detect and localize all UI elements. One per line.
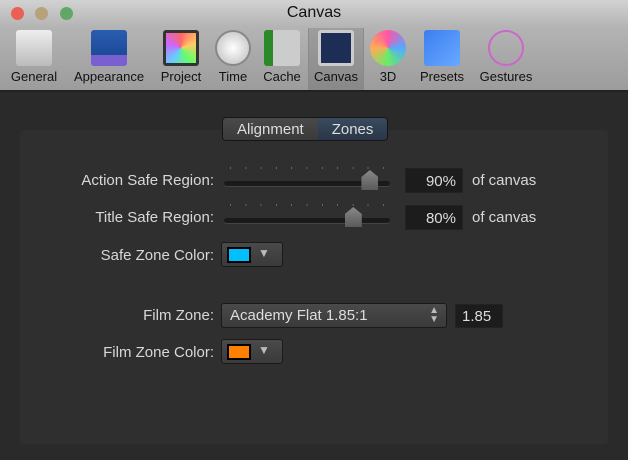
- toolbar-label: Time: [218, 69, 248, 84]
- film-zone-ratio: 1.85: [455, 304, 503, 328]
- safe-zone-color-label: Safe Zone Color:: [100, 247, 214, 264]
- window-toolbar: Canvas General Appearance Project Time C…: [0, 0, 628, 92]
- toolbar-3d[interactable]: 3D: [368, 28, 408, 90]
- toolbar-appearance[interactable]: Appearance: [68, 28, 150, 90]
- tab-alignment[interactable]: Alignment: [223, 118, 318, 140]
- switch-icon: [16, 30, 52, 66]
- film-zone-color-label: Film Zone Color:: [103, 344, 214, 361]
- dropdown-arrow-icon: ▼: [258, 246, 270, 260]
- pen-icon: [488, 30, 524, 66]
- color-swatch: [227, 247, 251, 263]
- slider-ticks: [230, 204, 384, 206]
- toolbar-gestures[interactable]: Gestures: [474, 28, 538, 90]
- toolbar-label: Presets: [419, 69, 465, 84]
- window-title: Canvas: [286, 4, 342, 21]
- color-swatch: [227, 344, 251, 360]
- dropdown-arrow-icon: ▼: [258, 343, 270, 357]
- tab-control: Alignment Zones: [222, 117, 389, 141]
- toolbar-project[interactable]: Project: [156, 28, 206, 90]
- disk-icon: [264, 30, 300, 66]
- appearance-icon: [91, 30, 127, 66]
- title-safe-label: Title Safe Region:: [95, 209, 214, 226]
- toolbar-cache[interactable]: Cache: [258, 28, 306, 90]
- toolbar-label: 3D: [379, 69, 397, 84]
- toolbar-label: Canvas: [313, 69, 359, 84]
- film-zone-popup[interactable]: Academy Flat 1.85:1 ▲ ▼: [221, 303, 447, 328]
- stopwatch-icon: [215, 30, 251, 66]
- film-zone-label: Film Zone:: [143, 307, 214, 324]
- toolbar-label: Cache: [263, 69, 301, 84]
- toolbar-label: Gestures: [479, 69, 533, 84]
- toolbar-label: General: [10, 69, 58, 84]
- tab-zones[interactable]: Zones: [317, 118, 388, 140]
- film-zone-value: Academy Flat 1.85:1: [230, 307, 368, 324]
- sphere-icon: [370, 30, 406, 66]
- updown-arrows-icon: ▲ ▼: [429, 305, 439, 325]
- film-leader-icon: [163, 30, 199, 66]
- title-safe-field[interactable]: 80%: [405, 205, 463, 230]
- film-zone-color-well[interactable]: ▼: [221, 339, 283, 364]
- slider-ticks: [230, 167, 384, 169]
- canvas-icon: [318, 30, 354, 66]
- toolbar-time[interactable]: Time: [212, 28, 254, 90]
- action-safe-label: Action Safe Region:: [81, 172, 214, 189]
- presets-icon: [424, 30, 460, 66]
- title-safe-slider[interactable]: [224, 218, 390, 223]
- toolbar-presets[interactable]: Presets: [414, 28, 470, 90]
- toolbar-canvas[interactable]: Canvas: [308, 28, 364, 90]
- toolbar-label: Appearance: [73, 69, 145, 84]
- safe-zone-color-well[interactable]: ▼: [221, 242, 283, 267]
- action-safe-unit: of canvas: [472, 172, 537, 189]
- title-safe-unit: of canvas: [472, 209, 537, 226]
- action-safe-field[interactable]: 90%: [405, 168, 463, 193]
- toolbar-general[interactable]: General: [8, 28, 60, 90]
- toolbar-label: Project: [160, 69, 202, 84]
